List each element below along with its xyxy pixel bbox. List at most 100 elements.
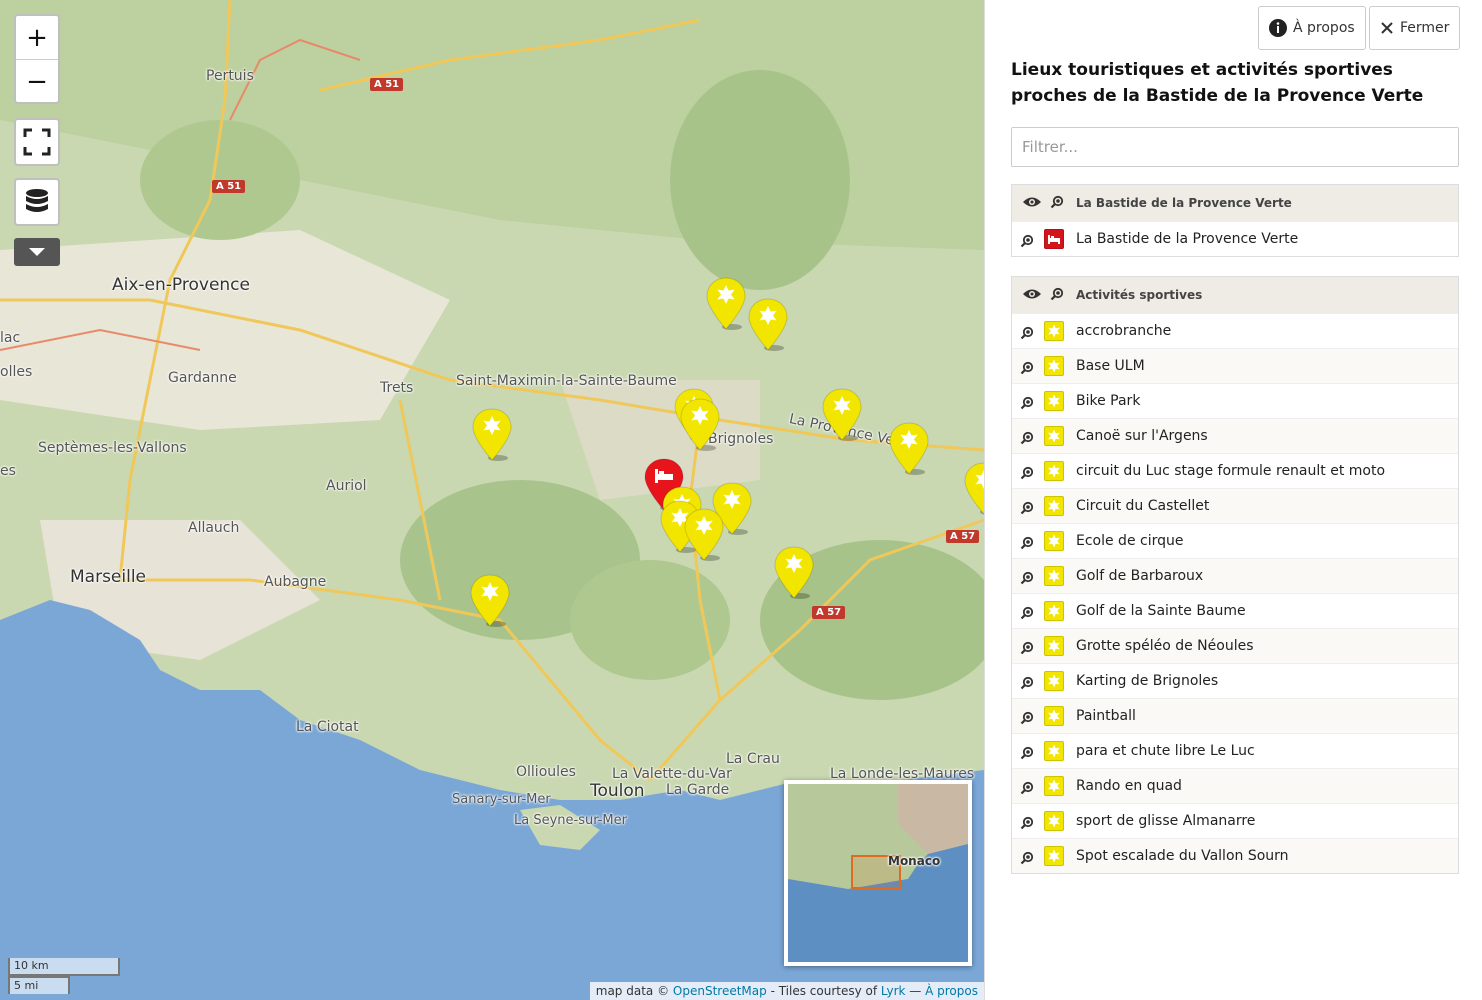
zoom-to-group-icon[interactable] [1050, 195, 1064, 212]
list-item[interactable]: sport de glisse Almanarre [1012, 803, 1458, 838]
list-item[interactable]: accrobranche [1012, 313, 1458, 348]
zoom-to-item-icon[interactable] [1020, 746, 1034, 764]
label-aubagne: Aubagne [264, 574, 327, 590]
zoom-to-item-icon[interactable] [1020, 641, 1034, 659]
label-es-edge: es [0, 463, 16, 479]
label-sanary: Sanary-sur-Mer [452, 792, 551, 807]
zoom-out-button[interactable]: − [16, 60, 58, 104]
attribution-about-link[interactable]: À propos [925, 984, 978, 998]
list-item[interactable]: Circuit du Castellet [1012, 488, 1458, 523]
activity-marker[interactable] [964, 462, 984, 516]
group-header: La Bastide de la Provence Verte [1012, 185, 1458, 221]
panel-title: Lieux touristiques et activités sportive… [1011, 60, 1424, 106]
activity-marker[interactable] [470, 574, 510, 628]
list-item[interactable]: Paintball [1012, 698, 1458, 733]
label-trets: Trets [380, 380, 414, 396]
label-la-valette: La Valette-du-Var [612, 766, 732, 782]
label-marseille: Marseille [70, 567, 147, 587]
star-icon [1044, 391, 1064, 411]
zoom-in-button[interactable]: + [16, 16, 58, 60]
zoom-to-item-icon[interactable] [1020, 466, 1034, 484]
fullscreen-button[interactable] [14, 118, 60, 166]
eye-icon[interactable] [1022, 196, 1042, 211]
zoom-to-item-icon[interactable] [1020, 816, 1034, 834]
zoom-to-item-icon[interactable] [1020, 781, 1034, 799]
attribution: map data © OpenStreetMap - Tiles courtes… [589, 982, 984, 1000]
activity-marker[interactable] [472, 408, 512, 462]
activity-marker[interactable] [889, 422, 929, 476]
item-label: accrobranche [1076, 323, 1172, 339]
attribution-mid: - Tiles courtesy of [766, 984, 881, 998]
zoom-to-item-icon[interactable] [1020, 234, 1034, 252]
activity-marker[interactable] [774, 546, 814, 600]
zoom-to-item-icon[interactable] [1020, 571, 1034, 589]
list-item[interactable]: circuit du Luc stage formule renault et … [1012, 453, 1458, 488]
star-icon [1044, 706, 1064, 726]
activity-marker[interactable] [684, 508, 724, 562]
label-lac-edge: lac [0, 330, 21, 346]
item-label: Golf de la Sainte Baume [1076, 603, 1246, 619]
list-item[interactable]: La Bastide de la Provence Verte [1012, 221, 1458, 256]
filter-input[interactable] [1011, 127, 1459, 167]
star-icon [1044, 741, 1064, 761]
label-auriol: Auriol [326, 478, 367, 494]
zoom-to-item-icon[interactable] [1020, 326, 1034, 344]
road-a51-north: A 51 [370, 78, 404, 91]
item-label: Canoë sur l'Argens [1076, 428, 1208, 444]
attribution-lyrk-link[interactable]: Lyrk [881, 984, 906, 998]
close-button[interactable]: Fermer [1369, 6, 1461, 50]
database-icon [26, 189, 48, 212]
list-item[interactable]: Base ULM [1012, 348, 1458, 383]
zoom-to-item-icon[interactable] [1020, 676, 1034, 694]
star-icon [1044, 846, 1064, 866]
group-name: Activités sportives [1076, 288, 1203, 302]
zoom-to-item-icon[interactable] [1020, 711, 1034, 729]
zoom-to-item-icon[interactable] [1020, 606, 1034, 624]
item-label: La Bastide de la Provence Verte [1076, 231, 1299, 247]
layer-dropdown-toggle[interactable] [14, 238, 60, 266]
item-label: sport de glisse Almanarre [1076, 813, 1256, 829]
zoom-to-item-icon[interactable] [1020, 851, 1034, 869]
layers-button[interactable] [14, 178, 60, 226]
list-item[interactable]: Spot escalade du Vallon Sourn [1012, 838, 1458, 873]
activity-marker[interactable] [680, 398, 720, 452]
list-item[interactable]: Rando en quad [1012, 768, 1458, 803]
zoom-to-item-icon[interactable] [1020, 431, 1034, 449]
zoom-to-item-icon[interactable] [1020, 396, 1034, 414]
label-la-seyne: La Seyne-sur-Mer [514, 813, 627, 828]
minimap[interactable]: Monaco [784, 780, 972, 966]
list-item[interactable]: Karting de Brignoles [1012, 663, 1458, 698]
list-item[interactable]: Ecole de cirque [1012, 523, 1458, 558]
about-button[interactable]: À propos [1258, 6, 1366, 50]
star-icon [1044, 776, 1064, 796]
list-item[interactable]: Grotte spéléo de Néoules [1012, 628, 1458, 663]
attribution-osm-link[interactable]: OpenStreetMap [673, 984, 767, 998]
group-header: Activités sportives [1012, 277, 1458, 313]
list-item[interactable]: para et chute libre Le Luc [1012, 733, 1458, 768]
zoom-to-group-icon[interactable] [1050, 287, 1064, 304]
map-view[interactable]: Pertuis Aix-en-Provence Gardanne Trets S… [0, 0, 984, 1000]
road-a51-south: A 51 [212, 180, 246, 193]
star-icon [1044, 811, 1064, 831]
zoom-to-item-icon[interactable] [1020, 501, 1034, 519]
zoom-to-item-icon[interactable] [1020, 361, 1034, 379]
caret-down-icon [29, 248, 45, 256]
list-item[interactable]: Golf de Barbaroux [1012, 558, 1458, 593]
star-icon [1044, 426, 1064, 446]
activity-marker[interactable] [748, 298, 788, 352]
item-label: Circuit du Castellet [1076, 498, 1210, 514]
star-icon [1044, 321, 1064, 341]
star-icon [1044, 601, 1064, 621]
star-icon [1044, 461, 1064, 481]
list-item[interactable]: Golf de la Sainte Baume [1012, 593, 1458, 628]
item-label: Golf de Barbaroux [1076, 568, 1204, 584]
activity-marker[interactable] [706, 277, 746, 331]
eye-icon[interactable] [1022, 288, 1042, 303]
list-item[interactable]: Bike Park [1012, 383, 1458, 418]
zoom-to-item-icon[interactable] [1020, 536, 1034, 554]
list-item[interactable]: Canoë sur l'Argens [1012, 418, 1458, 453]
star-icon [1044, 636, 1064, 656]
label-gardanne: Gardanne [168, 370, 237, 386]
activity-marker[interactable] [822, 388, 862, 442]
side-panel: À propos Fermer Lieux touristiques et ac… [984, 0, 1482, 1000]
